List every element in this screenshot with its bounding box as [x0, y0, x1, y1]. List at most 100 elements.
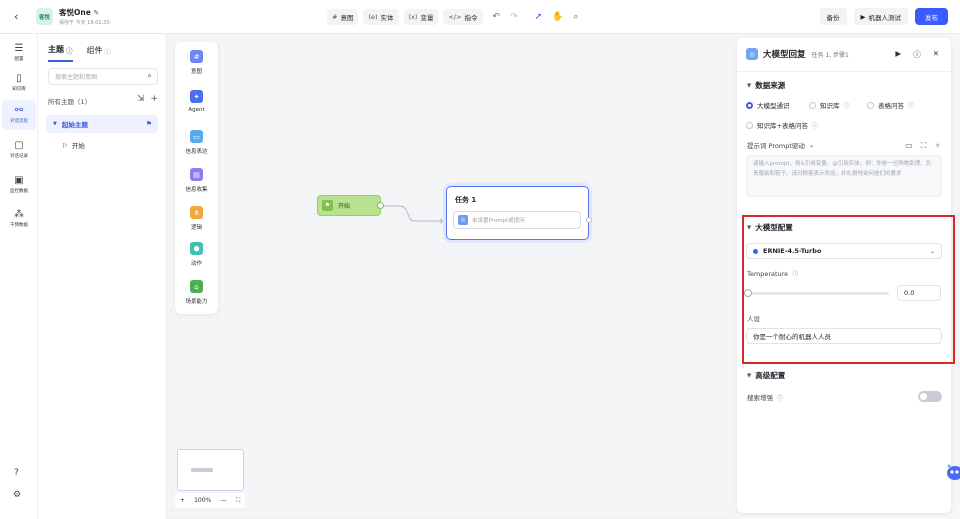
command-button[interactable]: </> 指令 — [443, 9, 483, 25]
magic-icon[interactable]: ✦ — [934, 141, 941, 151]
nav-item-knowledge[interactable]: ▯ 知识库 — [2, 68, 36, 98]
flag-icon: ⚑ — [322, 200, 333, 211]
zoom-controls: + 100% — ⛶ — [175, 493, 245, 508]
sliders-icon: ☰ — [14, 43, 24, 54]
section-data-source[interactable]: ▼ 数据来源 — [747, 80, 785, 91]
panel-header: ◎ 大模型回复 任务 1, 步骤1 ▶ ⓘ ✕ — [746, 46, 943, 62]
intent-button[interactable]: # 意图 — [327, 9, 359, 25]
nav-item-dialog-records[interactable]: ▢ 对话记录 — [2, 135, 36, 165]
flag-icon: ⚐ — [62, 142, 68, 150]
flag-icon: ⚑ — [145, 120, 152, 128]
minimap[interactable] — [177, 449, 244, 491]
run-icon[interactable]: ▶ — [895, 49, 901, 60]
save-status: 保存于 今天 18:01:30 — [59, 20, 110, 26]
backup-button[interactable]: 备份 — [819, 8, 847, 25]
code-icon: </> — [448, 13, 462, 21]
hand-icon[interactable]: ✋ — [552, 12, 563, 22]
left-nav: ☰ 配置 ▯ 知识库 ⚯ 对话流程 ▢ 对话记录 ▣ 监控数据 ⁂ 干预数据 ? ⚙ — [0, 34, 38, 519]
prompt-mode-select[interactable]: 提示词 Prompt驱动 ⌄ — [747, 140, 814, 150]
tab-topic[interactable]: 主题 ⓘ — [48, 44, 73, 62]
output-port[interactable] — [377, 202, 384, 209]
redo-icon[interactable]: ↷ — [510, 12, 518, 22]
radio-knowledge-base[interactable]: 知识库 ⓘ — [809, 100, 850, 110]
nav-item-config[interactable]: ☰ 配置 — [2, 38, 36, 68]
chat-icon: ▢ — [14, 140, 24, 151]
entity-button[interactable]: (e) 实体 — [363, 9, 399, 25]
variable-button[interactable]: (x) 变量 — [403, 9, 439, 25]
task-title: 任务 1 — [455, 196, 477, 204]
search-icon: ⌕ — [147, 71, 152, 80]
radio-table-qa[interactable]: 表格问答 ⓘ — [867, 100, 914, 110]
toolbar: # 意图 (e) 实体 (x) 变量 </> 指令 ↶ ↷ ➚ ✋ ⌕ — [327, 9, 578, 25]
robot-test-button[interactable]: ▶ 机器人测试 — [853, 8, 908, 25]
prompt-textarea[interactable]: 请输入prompt，用&引用变量，@引用实体。例：你是一位购物助理，负责服装和鞋… — [746, 155, 942, 197]
help-circle-icon: ⓘ — [908, 102, 915, 110]
undo-icon[interactable]: ↶ — [493, 12, 501, 22]
topic-search-input[interactable]: 搜索主题和意图 ⌕ — [48, 68, 158, 85]
search-icon[interactable]: ⌕ — [573, 12, 578, 22]
publish-button[interactable]: 发布 — [915, 8, 948, 25]
fit-view-icon[interactable]: ⛶ — [236, 497, 240, 505]
top-bar: ‹ 客悦 客悦One ✎ 保存于 今天 18:01:30 # 意图 (e) 实体 (… — [0, 0, 960, 34]
app-logo: 客悦 — [36, 8, 53, 25]
app-info: 客悦One ✎ 保存于 今天 18:01:30 — [59, 7, 110, 26]
zoom-in-icon[interactable]: + — [180, 497, 185, 504]
topic-item[interactable]: ▼ 起始主题 ⚑ — [46, 115, 158, 133]
hash-icon: # — [332, 13, 338, 21]
flow-icon: ⚯ — [14, 105, 24, 116]
assistant-bot-icon[interactable] — [944, 463, 960, 483]
sub-item-start[interactable]: ⚐ 开始 — [62, 140, 85, 150]
import-icon[interactable]: ⇲ — [137, 94, 145, 104]
flow-canvas[interactable]: # 意图 ✦ Agent ▭ 信息表达 ▤ 信息收集 ⋔ 逻辑 ⬢ 动作 ⌂ 场景能力 ⚑ 开始… — [167, 34, 737, 519]
zoom-level: 100% — [194, 497, 212, 504]
edit-icon[interactable]: ✎ — [93, 9, 99, 17]
start-node[interactable]: ⚑ 开始 — [317, 195, 384, 216]
header-actions: 备份 ▶ 机器人测试 发布 — [819, 8, 948, 25]
chevron-down-icon: ⌄ — [808, 141, 815, 149]
panel-subtitle: 任务 1, 步骤1 — [811, 51, 849, 59]
close-icon[interactable]: ✕ — [933, 49, 939, 60]
section-advanced[interactable]: ▼ 高级配置 — [747, 370, 785, 381]
nav-item-dialog-flow[interactable]: ⚯ 对话流程 — [2, 100, 36, 130]
search-enhance-label: 搜索增强 ⓘ — [747, 394, 784, 402]
expand-icon[interactable]: ⛶ — [921, 141, 927, 151]
highlight-box — [742, 215, 955, 364]
book-icon[interactable]: ▭ — [905, 141, 913, 151]
caret-down-icon: ▼ — [747, 82, 752, 89]
help-circle-icon[interactable]: ⓘ — [913, 49, 921, 60]
help-circle-icon: ⓘ — [104, 47, 112, 56]
panel-tabs: 主题 ⓘ 组件 ⓘ — [48, 44, 111, 62]
chart-icon: ▣ — [14, 175, 24, 186]
back-arrow-icon[interactable]: ‹ — [14, 10, 26, 23]
pointer-icon[interactable]: ➚ — [535, 12, 543, 22]
panel-title: 大模型回复 — [763, 50, 806, 60]
divider — [737, 71, 951, 72]
play-icon: ▶ — [860, 12, 866, 21]
variable-icon: (x) — [408, 13, 418, 21]
caret-down-icon: ▼ — [53, 121, 57, 127]
help-circle-icon: ⓘ — [777, 394, 784, 402]
ai-icon: ◎ — [458, 215, 468, 225]
task-node[interactable]: 任务 1 ◎ 未设置Prompt或提问 — [446, 186, 592, 240]
nav-item-monitor[interactable]: ▣ 监控数据 — [2, 170, 36, 200]
help-icon[interactable]: ? — [14, 468, 19, 478]
search-enhance-toggle[interactable] — [918, 391, 942, 402]
help-circle-icon: ⓘ — [811, 122, 818, 130]
app-name[interactable]: 客悦One ✎ — [59, 7, 110, 18]
zoom-out-icon[interactable]: — — [221, 497, 227, 504]
tab-component[interactable]: 组件 ⓘ — [87, 44, 112, 62]
minimap-node — [191, 468, 213, 472]
output-port[interactable] — [586, 217, 592, 223]
radio-llm-general[interactable]: 大模型通识 — [746, 100, 790, 110]
entity-icon: (e) — [368, 13, 378, 21]
radio-kb-table[interactable]: 知识库+表格问答 ⓘ — [746, 120, 818, 130]
prompt-tools: ▭ ⛶ ✦ — [905, 141, 941, 151]
book-icon: ▯ — [16, 73, 22, 84]
nav-item-intervention[interactable]: ⁂ 干预数据 — [2, 204, 36, 234]
task-prompt-slot[interactable]: ◎ 未设置Prompt或提问 — [453, 211, 581, 229]
settings-icon[interactable]: ⚙ — [13, 490, 21, 500]
add-topic-icon[interactable]: + — [150, 94, 158, 104]
cluster-icon: ⁂ — [14, 209, 24, 220]
connector-edge — [381, 205, 446, 224]
help-circle-icon: ⓘ — [66, 46, 73, 55]
